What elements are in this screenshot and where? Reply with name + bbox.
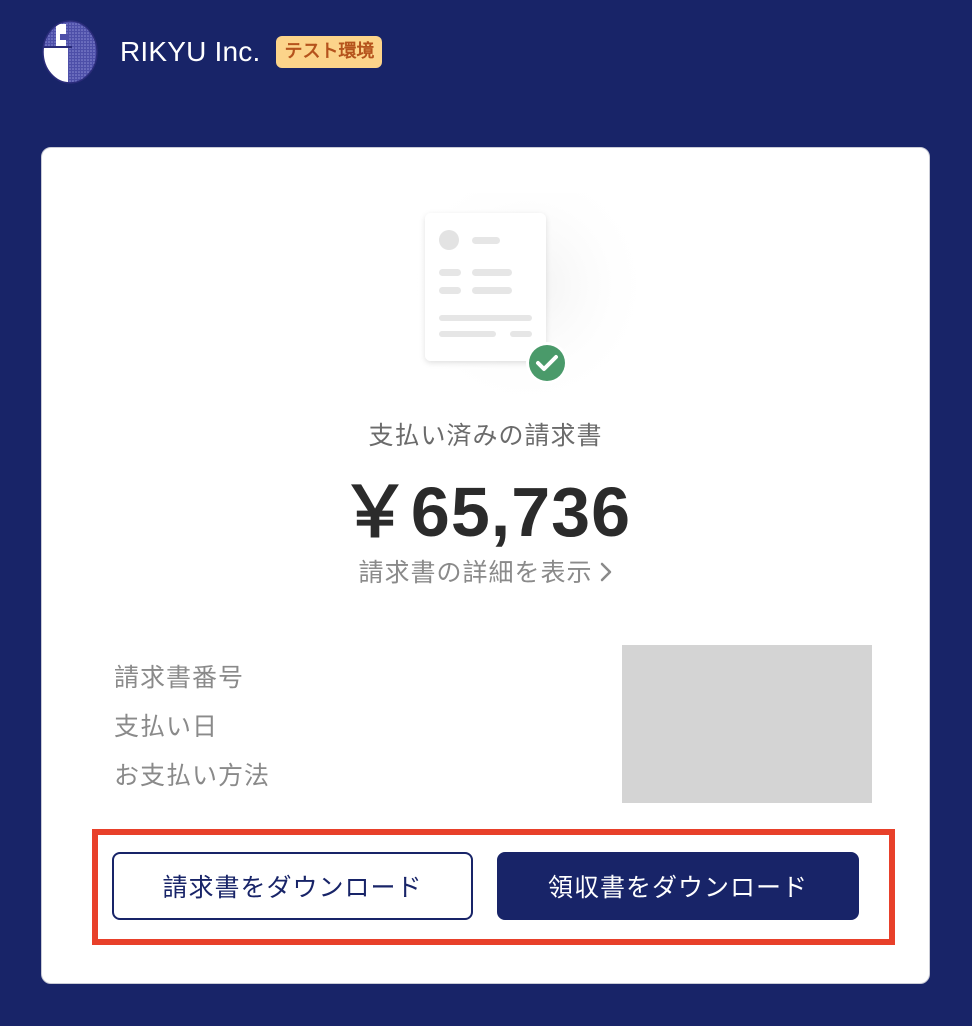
environment-badge: テスト環境: [276, 36, 383, 68]
document-icon: [425, 213, 546, 361]
download-receipt-button[interactable]: 領収書をダウンロード: [497, 852, 859, 920]
invoice-amount: ￥65,736: [339, 473, 632, 551]
invoice-field-labels: 請求書番号 支払い日 お支払い方法: [114, 658, 270, 805]
company-logo-icon: [42, 20, 98, 84]
company-name: RIKYU Inc.: [120, 36, 261, 67]
header: RIKYU Inc. テスト環境: [42, 20, 383, 84]
detail-link-label: 請求書の詳細を表示: [358, 558, 593, 587]
download-invoice-button[interactable]: 請求書をダウンロード: [112, 852, 473, 920]
invoice-card: 支払い済みの請求書 ￥65,736 請求書の詳細を表示 請求書番号 支払い日 お…: [41, 147, 930, 984]
payment-date-label: 支払い日: [114, 712, 219, 741]
invoice-illustration: [392, 170, 662, 433]
redacted-field-values: [622, 645, 872, 803]
payment-method-label: お支払い方法: [114, 761, 271, 790]
chevron-right-icon: [599, 560, 613, 589]
check-circle-icon: [526, 342, 568, 384]
invoice-number-label: 請求書番号: [114, 663, 245, 692]
paid-status-label: 支払い済みの請求書: [368, 421, 603, 450]
view-invoice-details-link[interactable]: 請求書の詳細を表示: [42, 553, 929, 589]
